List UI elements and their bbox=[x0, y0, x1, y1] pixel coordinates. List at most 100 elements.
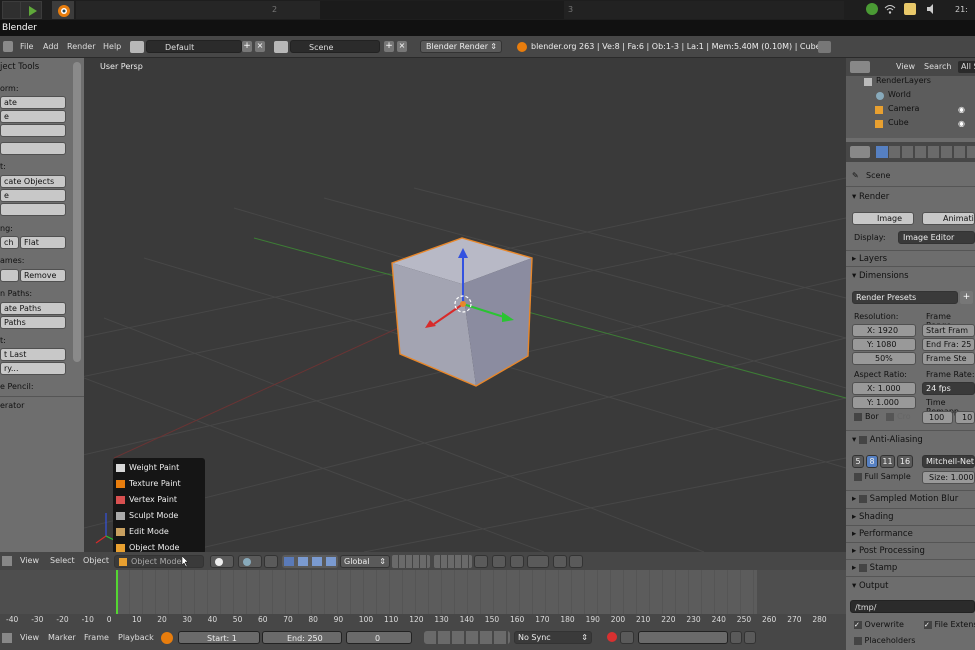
properties-editor-type-icon[interactable] bbox=[850, 146, 870, 158]
snap-icon[interactable] bbox=[510, 555, 524, 568]
scene-field[interactable]: Scene bbox=[290, 40, 380, 53]
clipboard-icon[interactable] bbox=[904, 3, 916, 15]
aa-samples-11[interactable]: 11 bbox=[880, 455, 895, 468]
menu-item-vertex-paint[interactable]: Vertex Paint bbox=[113, 492, 205, 508]
screen-layout-icon[interactable] bbox=[130, 41, 144, 53]
limit-selection-icon[interactable] bbox=[264, 555, 278, 568]
menu-marker[interactable]: Marker bbox=[48, 626, 76, 650]
render-engine-select[interactable]: Blender Render ⇕ bbox=[420, 40, 502, 53]
pivot-point-select[interactable] bbox=[238, 555, 262, 568]
use-preview-range-icon[interactable] bbox=[161, 632, 173, 644]
display-select[interactable]: Image Editor bbox=[898, 231, 975, 244]
frame-step-field[interactable]: Frame Ste bbox=[922, 352, 975, 365]
editor-type-icon[interactable] bbox=[2, 633, 12, 643]
outliner-menu-search[interactable]: Search bbox=[924, 56, 951, 78]
remove-layout-icon[interactable]: × bbox=[255, 41, 265, 52]
render-still-icon[interactable] bbox=[553, 555, 567, 568]
add-preset-icon[interactable]: + bbox=[960, 291, 973, 304]
menu-item-edit-mode[interactable]: Edit Mode bbox=[113, 524, 205, 540]
menu-add[interactable]: Add bbox=[43, 36, 59, 58]
frame-rate-select[interactable]: 24 fps bbox=[922, 382, 975, 395]
border-checkbox[interactable]: Bor bbox=[852, 411, 882, 424]
delete-button[interactable]: e bbox=[0, 189, 66, 202]
remove-scene-icon[interactable]: × bbox=[397, 41, 407, 52]
render-animation-icon[interactable] bbox=[569, 555, 583, 568]
aa-samples-5[interactable]: 5 bbox=[852, 455, 864, 468]
wifi-icon[interactable] bbox=[884, 3, 896, 15]
add-scene-icon[interactable]: + bbox=[384, 41, 394, 52]
output-panel-header[interactable]: ▾ Output bbox=[852, 581, 889, 591]
menu-playback[interactable]: Playback bbox=[118, 626, 154, 650]
playback-controls[interactable] bbox=[424, 631, 510, 644]
layers-panel-header[interactable]: ▸ Layers bbox=[852, 254, 887, 264]
aspect-y-field[interactable]: Y: 1.000 bbox=[852, 396, 916, 409]
screen-layout-field[interactable]: Default bbox=[146, 40, 242, 53]
motion-blur-panel-header[interactable]: ▸ Sampled Motion Blur bbox=[852, 494, 958, 504]
aa-samples-16[interactable]: 16 bbox=[897, 455, 913, 468]
insert-keyframe-button[interactable] bbox=[0, 269, 19, 282]
crop-checkbox[interactable]: Cro bbox=[884, 411, 916, 424]
properties-context-tabs[interactable] bbox=[876, 146, 975, 158]
rotate-button[interactable]: e bbox=[0, 110, 66, 123]
post-processing-panel-header[interactable]: ▸ Post Processing bbox=[852, 546, 925, 556]
manipulator-icon[interactable] bbox=[284, 557, 294, 566]
resolution-y-field[interactable]: Y: 1080 bbox=[852, 338, 916, 351]
volume-icon[interactable] bbox=[926, 3, 938, 15]
resolution-percentage-field[interactable]: 50% bbox=[852, 352, 916, 365]
menu-help[interactable]: Help bbox=[103, 36, 121, 58]
transform-orientation-select[interactable]: Global ⇕ bbox=[340, 555, 390, 568]
outliner-item-cube[interactable]: Cube ◉ bbox=[864, 118, 974, 128]
time-remap-old-field[interactable]: 100 bbox=[922, 411, 953, 424]
aa-checkbox-icon[interactable] bbox=[858, 435, 867, 444]
menu-item-texture-paint[interactable]: Texture Paint bbox=[113, 476, 205, 492]
scale-button[interactable] bbox=[0, 124, 66, 137]
update-icon[interactable] bbox=[866, 3, 878, 15]
aa-size-field[interactable]: Size: 1.000 bbox=[922, 471, 975, 484]
menu-view[interactable]: View bbox=[20, 626, 39, 650]
tool-shelf-scrollbar[interactable] bbox=[73, 62, 81, 362]
window-titlebar[interactable]: Blender bbox=[0, 20, 975, 36]
start-frame-field[interactable]: Start: 1 bbox=[178, 631, 260, 644]
current-frame-field[interactable]: 0 bbox=[346, 631, 412, 644]
outliner-item-camera[interactable]: Camera ◉ bbox=[864, 104, 974, 114]
layer-buttons-1[interactable] bbox=[392, 555, 430, 568]
menu-item-weight-paint[interactable]: Weight Paint bbox=[113, 460, 205, 476]
render-tab-icon[interactable] bbox=[876, 146, 888, 158]
workspace-3[interactable]: 3 bbox=[564, 1, 844, 19]
resolution-x-field[interactable]: X: 1920 bbox=[852, 324, 916, 337]
time-remap-new-field[interactable]: 10 bbox=[955, 411, 975, 424]
aspect-x-field[interactable]: X: 1.000 bbox=[852, 382, 916, 395]
delete-keyframe-icon[interactable] bbox=[744, 631, 756, 644]
render-animation-button[interactable]: Animati bbox=[922, 212, 975, 225]
full-sample-checkbox[interactable]: Full Sample bbox=[854, 472, 911, 481]
lock-layers-icon[interactable] bbox=[474, 555, 488, 568]
active-keying-set-field[interactable] bbox=[638, 631, 728, 644]
keying-set-icon[interactable] bbox=[620, 631, 634, 644]
duplicate-objects-button[interactable]: cate Objects bbox=[0, 175, 66, 188]
flat-button[interactable]: Flat bbox=[20, 236, 66, 249]
menu-file[interactable]: File bbox=[20, 36, 33, 58]
scale-manipulator-icon[interactable] bbox=[326, 557, 336, 566]
sync-mode-select[interactable]: No Sync ⇕ bbox=[514, 631, 592, 644]
remove-keyframe-button[interactable]: Remove bbox=[20, 269, 66, 282]
calculate-paths-button[interactable]: ate Paths bbox=[0, 302, 66, 315]
end-frame-prop-field[interactable]: End Fra: 25 bbox=[922, 338, 975, 351]
end-frame-field[interactable]: End: 250 bbox=[262, 631, 342, 644]
menu-select[interactable]: Select bbox=[50, 550, 75, 572]
clear-paths-button[interactable]: Paths bbox=[0, 316, 66, 329]
join-button[interactable] bbox=[0, 203, 66, 216]
overwrite-checkbox[interactable]: ✓ Overwrite bbox=[854, 620, 904, 629]
translate-manipulator-icon[interactable] bbox=[298, 557, 308, 566]
visibility-eye-icon[interactable]: ◉ bbox=[958, 105, 965, 114]
stamp-checkbox-icon[interactable] bbox=[858, 563, 867, 572]
rotate-manipulator-icon[interactable] bbox=[312, 557, 322, 566]
shading-panel-header[interactable]: ▸ Shading bbox=[852, 512, 894, 522]
render-presets-select[interactable]: Render Presets bbox=[852, 291, 958, 304]
menu-item-sculpt-mode[interactable]: Sculpt Mode bbox=[113, 508, 205, 524]
insert-keyframe-icon[interactable] bbox=[730, 631, 742, 644]
menu-view[interactable]: View bbox=[20, 550, 39, 572]
translate-button[interactable]: ate bbox=[0, 96, 66, 109]
blender-logo-icon[interactable] bbox=[52, 1, 74, 19]
snap-element-select[interactable] bbox=[527, 555, 549, 568]
editor-type-icon[interactable] bbox=[3, 41, 13, 52]
